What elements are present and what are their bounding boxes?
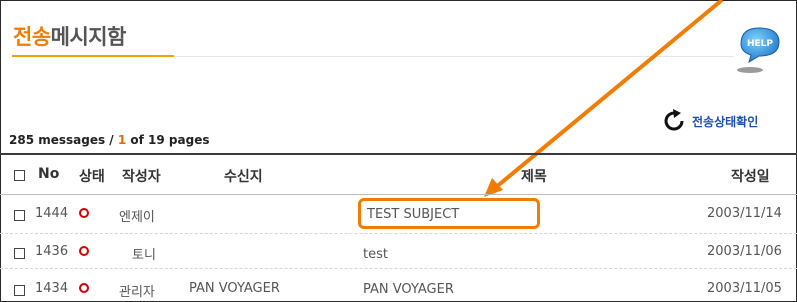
status-unread-icon — [79, 208, 89, 218]
table-header-bottom-line — [0, 194, 797, 195]
row-no: 1436 — [35, 244, 69, 259]
row-date: 2003/11/14 — [707, 206, 782, 221]
row-date: 2003/11/06 — [707, 244, 782, 259]
refresh-icon — [664, 109, 684, 131]
row-date: 2003/11/05 — [707, 281, 782, 296]
row-separator — [0, 233, 797, 234]
row-author: 엔제이 — [119, 210, 155, 225]
column-header-date[interactable]: 작성일 — [731, 166, 770, 186]
row-subject-link[interactable]: PAN VOYAGER — [363, 282, 454, 297]
row-checkbox[interactable] — [14, 248, 25, 259]
message-count: 285 messages / 1 of 19 pages — [9, 133, 210, 147]
column-header-recipient[interactable]: 수신지 — [224, 166, 263, 186]
column-header-status[interactable]: 상태 — [79, 166, 105, 186]
check-send-status-label: 전송상태확인 — [692, 114, 759, 129]
row-no: 1434 — [35, 281, 69, 296]
select-all-checkbox[interactable] — [14, 170, 25, 181]
subject-highlight-box — [358, 198, 540, 229]
row-recipient: PAN VOYAGER — [189, 281, 280, 296]
row-checkbox[interactable] — [14, 285, 25, 296]
row-subject-link[interactable]: test — [363, 247, 388, 262]
row-no: 1444 — [35, 206, 69, 221]
row-author: 토니 — [132, 248, 156, 263]
check-send-status-button[interactable]: 전송상태확인 — [662, 107, 792, 135]
row-separator — [0, 268, 797, 269]
row-author: 관리자 — [119, 285, 155, 300]
status-unread-icon — [79, 246, 89, 256]
status-unread-icon — [79, 283, 89, 293]
column-header-author[interactable]: 작성자 — [122, 166, 161, 186]
annotation-arrow — [484, 0, 724, 197]
column-header-subject[interactable]: 제목 — [521, 166, 547, 186]
current-page: 1 — [117, 133, 127, 147]
table-header-top-line — [0, 153, 797, 155]
column-header-no[interactable]: No — [38, 166, 59, 182]
row-checkbox[interactable] — [14, 210, 25, 221]
